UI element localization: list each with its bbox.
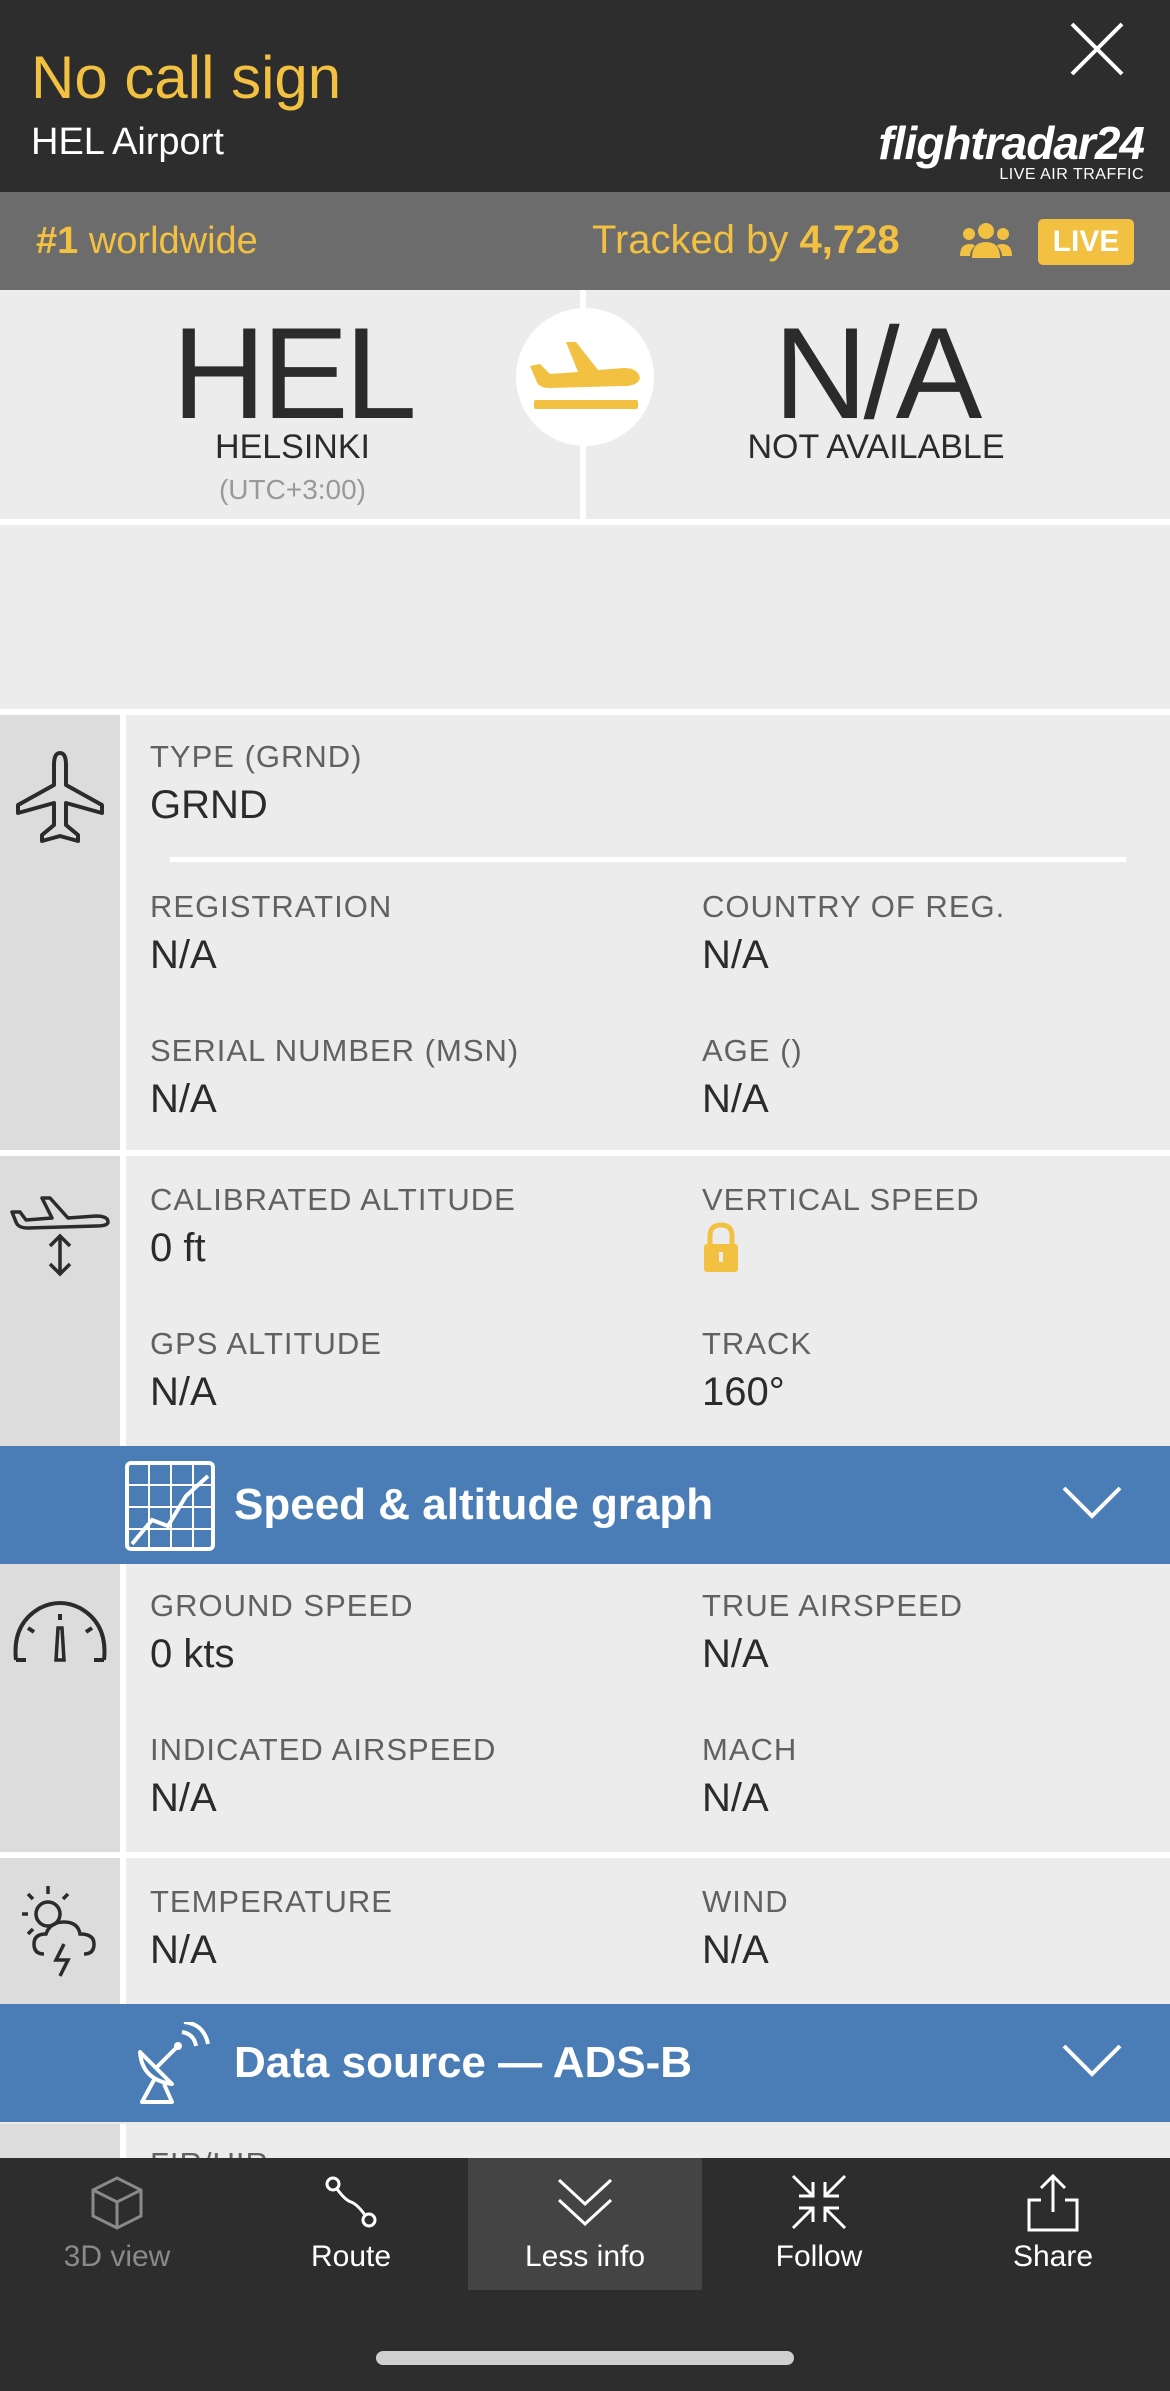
mach-label: MACH bbox=[702, 1732, 798, 1767]
wind-label: WIND bbox=[702, 1884, 789, 1919]
divider bbox=[170, 857, 1126, 862]
divider bbox=[120, 1564, 126, 1852]
header: No call sign HEL Airport flightradar24 L… bbox=[0, 0, 1170, 192]
divider bbox=[120, 1156, 126, 1446]
calibrated-altitude-value: 0 ft bbox=[150, 1226, 206, 1270]
tracked-count: 4,728 bbox=[799, 218, 900, 262]
nav-label: Share bbox=[1012, 2240, 1094, 2273]
brand-tagline: LIVE AIR TRAFFIC bbox=[999, 166, 1144, 183]
ground-speed-value: 0 kts bbox=[150, 1632, 235, 1676]
nav-label: Follow bbox=[775, 2240, 863, 2273]
close-icon[interactable] bbox=[1068, 20, 1126, 78]
track-label: TRACK bbox=[702, 1326, 813, 1361]
data-source-title: Data source — ADS-B bbox=[234, 2038, 693, 2087]
nav-label: 3D view bbox=[63, 2240, 171, 2273]
brand-name: flightradar24 bbox=[878, 117, 1145, 169]
altitude-section: CALIBRATED ALTITUDE 0 ft VERTICAL SPEED … bbox=[0, 1156, 1170, 1446]
speed-section: GROUND SPEED 0 kts TRUE AIRSPEED N/A IND… bbox=[0, 1564, 1170, 1852]
chevron-down-icon bbox=[1062, 2044, 1122, 2077]
mach-value: N/A bbox=[702, 1776, 769, 1820]
registration-label: REGISTRATION bbox=[150, 889, 393, 924]
rank-text: #1 worldwide bbox=[36, 220, 258, 263]
speed-altitude-graph-toggle[interactable]: Speed & altitude graph bbox=[0, 1446, 1170, 1564]
serial-value: N/A bbox=[150, 1077, 217, 1121]
people-icon bbox=[960, 223, 1012, 258]
calibrated-altitude-label: CALIBRATED ALTITUDE bbox=[150, 1182, 516, 1217]
nav-route[interactable]: Route bbox=[234, 2158, 468, 2290]
divider bbox=[120, 2124, 126, 2158]
airplane-icon bbox=[16, 751, 104, 843]
route-icon bbox=[325, 2176, 377, 2228]
data-source-toggle[interactable]: Data source — ADS-B bbox=[0, 2004, 1170, 2122]
divider bbox=[120, 715, 126, 1150]
nav-share[interactable]: Share bbox=[936, 2158, 1170, 2290]
tracked-prefix: Tracked by bbox=[592, 218, 789, 262]
section-sidebar bbox=[0, 2124, 120, 2158]
weather-section: TEMPERATURE N/A WIND N/A bbox=[0, 1858, 1170, 2004]
vertical-speed-label: VERTICAL SPEED bbox=[702, 1182, 980, 1217]
serial-label: SERIAL NUMBER (MSN) bbox=[150, 1033, 520, 1068]
gps-altitude-label: GPS ALTITUDE bbox=[150, 1326, 382, 1361]
country-label: COUNTRY OF REG. bbox=[702, 889, 1006, 924]
chevron-down-icon bbox=[1062, 1486, 1122, 1519]
type-value: GRND bbox=[150, 783, 268, 827]
gps-altitude-value: N/A bbox=[150, 1370, 217, 1414]
origin-timezone: (UTC+3:00) bbox=[218, 474, 367, 505]
origin-code: HEL bbox=[172, 300, 417, 446]
lock-icon[interactable] bbox=[702, 1222, 740, 1274]
origin-city: HELSINKI bbox=[215, 428, 370, 466]
true-airspeed-value: N/A bbox=[702, 1632, 769, 1676]
live-badge: LIVE bbox=[1038, 219, 1134, 265]
nav-follow[interactable]: Follow bbox=[702, 2158, 936, 2290]
satellite-dish-icon bbox=[138, 2022, 210, 2104]
aircraft-section: TYPE (GRND) GRND REGISTRATION N/A COUNTR… bbox=[0, 715, 1170, 1150]
registration-value: N/A bbox=[150, 933, 217, 977]
wind-value: N/A bbox=[702, 1928, 769, 1972]
country-value: N/A bbox=[702, 933, 769, 977]
route-panel: HEL HELSINKI (UTC+3:00) N/A NOT AVAILABL… bbox=[0, 290, 1170, 522]
home-indicator[interactable] bbox=[376, 2351, 794, 2365]
empty-panel bbox=[0, 525, 1170, 709]
cube-icon bbox=[91, 2176, 143, 2230]
track-value: 160° bbox=[702, 1370, 785, 1414]
follow-icon bbox=[791, 2174, 847, 2230]
indicated-airspeed-value: N/A bbox=[150, 1776, 217, 1820]
ground-speed-label: GROUND SPEED bbox=[150, 1588, 414, 1623]
airport-subtitle: HEL Airport bbox=[31, 121, 224, 163]
type-label: TYPE (GRND) bbox=[150, 739, 363, 774]
age-value: N/A bbox=[702, 1077, 769, 1121]
rank-label: worldwide bbox=[88, 220, 258, 262]
indicated-airspeed-label: INDICATED AIRSPEED bbox=[150, 1732, 497, 1767]
takeoff-plane-icon bbox=[530, 342, 640, 409]
callsign-title: No call sign bbox=[31, 44, 342, 111]
chevron-down-icon bbox=[557, 2178, 613, 2227]
speedometer-icon bbox=[13, 1601, 107, 1662]
rank-number: #1 bbox=[36, 220, 79, 262]
graph-bar-title: Speed & altitude graph bbox=[234, 1480, 714, 1529]
fir-uir-label: FIR/UIR bbox=[150, 2146, 269, 2158]
destination-code: N/A bbox=[773, 300, 983, 446]
tracked-by: Tracked by 4,728 bbox=[592, 218, 900, 263]
share-icon bbox=[1027, 2173, 1079, 2232]
nav-3d-view[interactable]: 3D view bbox=[0, 2158, 234, 2290]
temperature-label: TEMPERATURE bbox=[150, 1884, 393, 1919]
true-airspeed-label: TRUE AIRSPEED bbox=[702, 1588, 964, 1623]
nav-label: Route bbox=[310, 2240, 392, 2273]
destination-city: NOT AVAILABLE bbox=[747, 428, 1005, 466]
weather-icon bbox=[22, 1886, 96, 1977]
nav-less-info[interactable]: Less info bbox=[468, 2158, 702, 2290]
graph-icon bbox=[125, 1461, 215, 1551]
altitude-icon bbox=[10, 1196, 110, 1277]
age-label: AGE () bbox=[702, 1033, 803, 1068]
next-section-peek: FIR/UIR bbox=[0, 2124, 1170, 2158]
departure-badge bbox=[516, 308, 654, 446]
temperature-value: N/A bbox=[150, 1928, 217, 1972]
tracking-bar: #1 worldwide Tracked by 4,728 LIVE bbox=[0, 192, 1170, 290]
divider bbox=[120, 1858, 126, 2004]
nav-label: Less info bbox=[524, 2240, 646, 2273]
